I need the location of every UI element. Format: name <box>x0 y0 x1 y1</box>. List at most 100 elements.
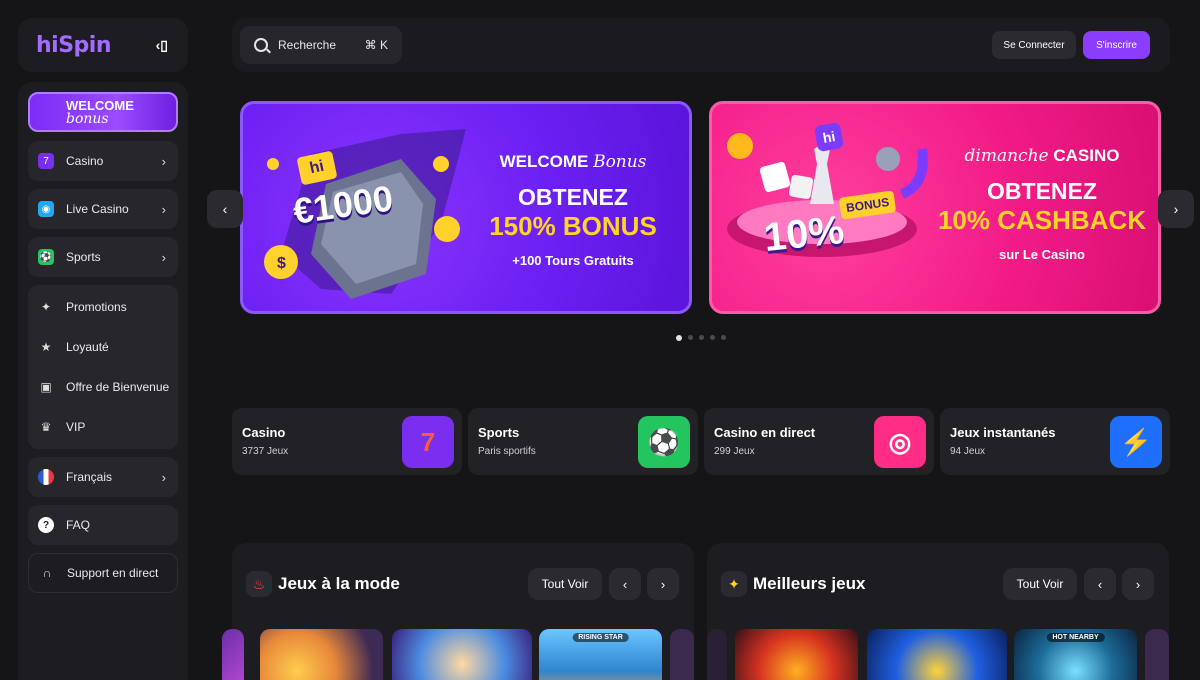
search-input[interactable]: Recherche ⌘ K <box>240 26 402 64</box>
sidebar-item-casino[interactable]: 7 Casino › <box>28 141 178 181</box>
section-title: Jeux à la mode <box>278 574 400 593</box>
sidebar-item-label: Support en direct <box>67 566 159 580</box>
category-title: Casino en direct <box>714 425 816 440</box>
login-button[interactable]: Se Connecter <box>992 31 1076 59</box>
banner-line2: 10% CASHBACK <box>937 205 1147 235</box>
section-prev-button[interactable]: ‹ <box>609 568 641 600</box>
lightning-icon: ⚡ <box>1110 416 1162 468</box>
search-icon <box>254 38 268 52</box>
topbar: Recherche ⌘ K Se Connecter S'inscrire <box>232 18 1170 72</box>
search-shortcut: ⌘ K <box>364 38 388 52</box>
fire-icon: ♨ <box>246 571 272 597</box>
welcome-bonus-line1: WELCOME <box>66 97 134 113</box>
language-selector[interactable]: Français › <box>28 457 178 497</box>
sidebar-item-label: Loyauté <box>66 340 109 354</box>
game-thumbnail[interactable] <box>260 629 383 680</box>
roulette-icon: ◎ <box>874 416 926 468</box>
banner-subtitle: sur Le Casino <box>999 247 1085 262</box>
sidebar-item-label: Live Casino <box>66 202 129 216</box>
game-thumbnail[interactable]: RISING STAR <box>539 629 662 680</box>
game-tag: HOT NEARBY <box>1046 633 1105 642</box>
carousel-dot[interactable] <box>710 335 715 340</box>
crown-icon: ♛ <box>40 420 52 434</box>
game-thumbnail[interactable] <box>392 629 532 680</box>
sidebar-item-label: FAQ <box>66 518 91 532</box>
game-thumbnail[interactable] <box>735 629 858 680</box>
chevron-right-icon: › <box>161 249 166 265</box>
see-all-button[interactable]: Tout Voir <box>528 568 602 600</box>
category-card-instant-games[interactable]: Jeux instantanés 94 Jeux ⚡ <box>940 408 1170 475</box>
game-thumbnail[interactable] <box>707 629 727 680</box>
sidebar-header: hiSpin ‹▯ <box>18 18 188 72</box>
welcome-bonus-line2: bonus <box>66 110 109 127</box>
sidebar-item-faq[interactable]: ? FAQ <box>28 505 178 545</box>
cashback-percent-text: 10% <box>761 207 847 261</box>
banner-line2: 150% BONUS <box>489 211 657 241</box>
category-card-live-casino[interactable]: Casino en direct 299 Jeux ◎ <box>704 408 934 475</box>
game-thumbnail[interactable] <box>867 629 1007 680</box>
sidebar-item-support[interactable]: ∩ Support en direct <box>28 553 178 593</box>
section-next-button[interactable]: › <box>1122 568 1154 600</box>
collapse-icon[interactable]: ‹▯ <box>156 37 168 54</box>
svg-text:$: $ <box>277 255 286 272</box>
chevron-left-icon: ‹ <box>222 201 228 217</box>
sparkle-icon: ✦ <box>721 571 747 597</box>
search-placeholder: Recherche <box>278 38 337 52</box>
help-icon: ? <box>38 517 54 533</box>
category-subtitle: Paris sportifs <box>478 446 536 457</box>
game-thumbnail[interactable] <box>222 629 244 680</box>
see-all-button[interactable]: Tout Voir <box>1003 568 1077 600</box>
sidebar-item-vip[interactable]: ♛ VIP <box>28 407 178 447</box>
signup-button[interactable]: S'inscrire <box>1083 31 1150 59</box>
live-casino-icon: ◉ <box>38 201 54 217</box>
carousel-prev-button[interactable]: ‹ <box>207 190 243 228</box>
logo[interactable]: hiSpin <box>36 33 112 58</box>
sidebar-item-promotions[interactable]: ✦ Promotions <box>28 287 178 327</box>
category-card-casino[interactable]: Casino 3737 Jeux 7 <box>232 408 462 475</box>
cashback-percent-art: 10% <box>762 208 846 261</box>
section-trending-games: ♨ Jeux à la mode Tout Voir ‹ › RISING ST… <box>222 543 694 680</box>
game-thumbnail[interactable]: HOT NEARBY <box>1014 629 1137 680</box>
carousel-dot[interactable] <box>676 335 682 341</box>
banner-subtitle: +100 Tours Gratuits <box>512 253 634 268</box>
game-tag: RISING STAR <box>572 633 629 642</box>
sidebar-item-loyalty[interactable]: ★ Loyauté <box>28 327 178 367</box>
carousel-indicators <box>676 335 726 341</box>
banner-heading-script: Bonus <box>593 152 647 172</box>
carousel-next-button[interactable]: › <box>1158 190 1194 228</box>
banner-heading: dimanche CASINO <box>932 146 1152 166</box>
category-title: Casino <box>242 425 286 440</box>
category-card-sports[interactable]: Sports Paris sportifs ⚽ <box>468 408 698 475</box>
chevron-right-icon: › <box>161 201 166 217</box>
welcome-bonus-banner[interactable]: WELCOME bonus <box>28 92 178 132</box>
promo-banner-cashback[interactable]: hi BONUS 10% dimanche CASINO OBTENEZ 10%… <box>709 101 1161 314</box>
sidebar-item-label: Promotions <box>66 300 127 314</box>
sidebar: WELCOME bonus 7 Casino › ◉ Live Casino ›… <box>18 82 188 680</box>
sidebar-item-welcome-offer[interactable]: ▣ Offre de Bienvenue <box>28 367 178 407</box>
category-title: Sports <box>478 425 520 440</box>
language-label: Français <box>66 470 113 484</box>
banner-heading: WELCOME Bonus <box>473 152 673 172</box>
section-prev-button[interactable]: ‹ <box>1084 568 1116 600</box>
game-thumbnail[interactable] <box>670 629 694 680</box>
carousel-dot[interactable] <box>699 335 704 340</box>
carousel-dot[interactable] <box>721 335 726 340</box>
section-top-games: ✦ Meilleurs jeux Tout Voir ‹ › HOT NEARB… <box>707 543 1169 680</box>
sidebar-item-sports[interactable]: ⚽ Sports › <box>28 237 178 277</box>
section-next-button[interactable]: › <box>647 568 679 600</box>
gift-icon: ▣ <box>40 380 52 394</box>
hi-badge-text: hi <box>308 157 326 178</box>
sidebar-item-live-casino[interactable]: ◉ Live Casino › <box>28 189 178 229</box>
page: hiSpin ‹▯ WELCOME bonus 7 Casino › ◉ Liv… <box>0 0 1200 680</box>
promo-banner-welcome[interactable]: $ hi €1000 WELCOME Bonus OBTENEZ 150% BO… <box>240 101 692 314</box>
sidebar-item-label: VIP <box>66 420 86 434</box>
banner-heading-script: dimanche <box>964 146 1049 166</box>
banner-line1: OBTENEZ <box>518 184 628 210</box>
soccer-ball-icon: ⚽ <box>638 416 690 468</box>
carousel-dot[interactable] <box>688 335 693 340</box>
bonus-tag-text: BONUS <box>845 195 891 215</box>
sidebar-group: ✦ Promotions ★ Loyauté ▣ Offre de Bienve… <box>28 285 178 449</box>
game-thumbnail[interactable] <box>1145 629 1169 680</box>
loyalty-icon: ★ <box>40 340 52 354</box>
hi-logo-badge: hi <box>813 121 845 153</box>
